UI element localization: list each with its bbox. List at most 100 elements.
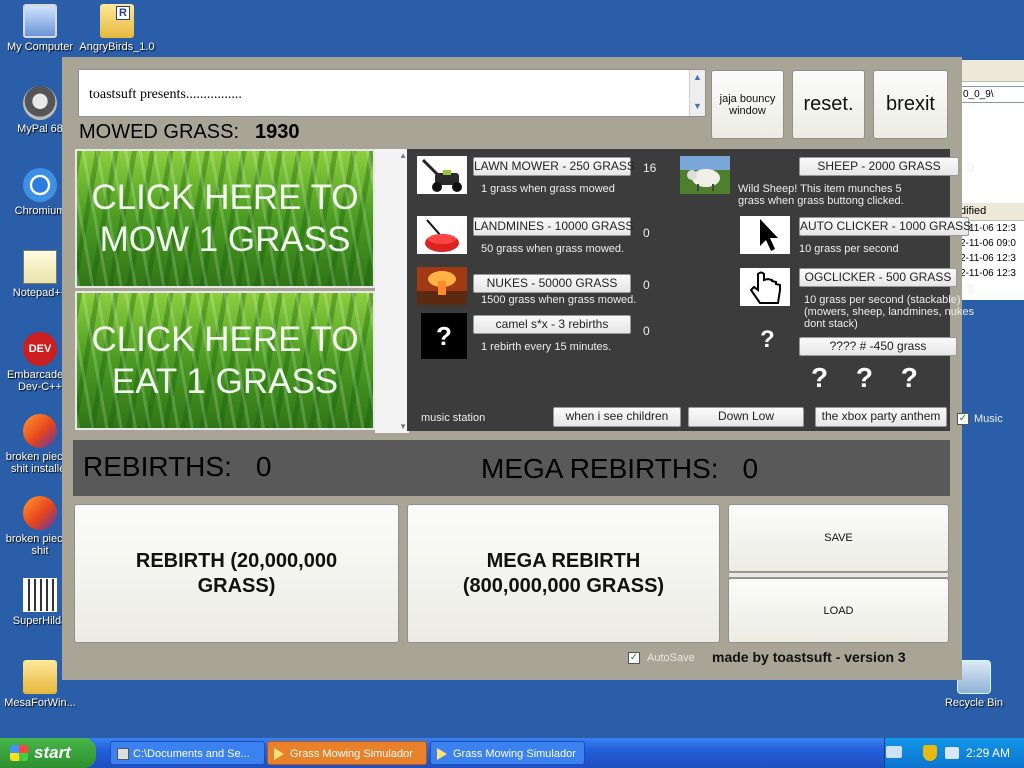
taskbar-item-label: Grass Mowing Simulador xyxy=(290,748,413,760)
folder-tag: R xyxy=(116,6,130,20)
buy-mystery-button[interactable]: ???? # -450 grass xyxy=(799,337,957,356)
keyboard-icon[interactable] xyxy=(886,746,902,758)
buy-sheep-button[interactable]: SHEEP - 2000 GRASS xyxy=(799,157,959,176)
music-checkbox[interactable]: ✓ xyxy=(957,413,969,425)
mowed-grass-counter: MOWED GRASS: 1930 xyxy=(79,121,300,144)
folder-icon xyxy=(23,660,57,694)
taskbar-item-grass-sim[interactable]: Grass Mowing Simulador xyxy=(430,741,585,765)
start-button[interactable]: start xyxy=(0,738,96,768)
eat-grass-button[interactable]: CLICK HERE TO EAT 1 GRASS xyxy=(75,291,375,430)
desktop-icon-label: SuperHilda xyxy=(12,615,68,627)
desktop-icon-label: MyPal 68 xyxy=(17,123,63,135)
recycle-bin-icon xyxy=(957,660,991,694)
rebirths-label: REBIRTHS: xyxy=(83,451,232,482)
firefox-icon xyxy=(23,496,57,530)
notepad-icon xyxy=(23,250,57,284)
credits-text: made by toastsuft - version 3 xyxy=(712,649,906,665)
mypal-icon xyxy=(23,86,57,120)
auto-clicker-count: 0 xyxy=(981,221,988,235)
hand-pointer-icon xyxy=(740,268,790,306)
ogclicker-desc: 10 grass per second (stackable) (mowers,… xyxy=(804,294,974,330)
security-shield-icon[interactable] xyxy=(923,745,937,761)
play-icon xyxy=(274,748,284,760)
clock[interactable]: 2:29 AM xyxy=(966,746,1010,760)
rebirth-button[interactable]: REBIRTH (20,000,000 GRASS) xyxy=(74,504,399,643)
taskbar-item-explorer[interactable]: C:\Documents and Se... xyxy=(110,741,265,765)
load-button[interactable]: LOAD xyxy=(728,578,949,643)
desktop-icon-my-computer[interactable]: My Computer xyxy=(0,4,80,53)
lawn-mower-icon xyxy=(417,156,467,194)
mowed-grass-label: MOWED GRASS: xyxy=(79,121,240,143)
song-down-low-button[interactable]: Down Low xyxy=(688,407,804,427)
sheep-count: 0 xyxy=(967,161,974,175)
start-label: start xyxy=(34,743,71,762)
buy-auto-clicker-button[interactable]: AUTO CLICKER - 1000 GRASS xyxy=(799,217,971,236)
firefox-icon xyxy=(23,414,57,448)
music-station-label: music station xyxy=(421,412,486,424)
scroll-up-icon[interactable]: ▲ xyxy=(690,70,705,85)
desktop-icon-angrybirds[interactable]: R AngryBirds_1.0 xyxy=(77,4,157,53)
superhilda-icon xyxy=(23,578,57,612)
taskbar-item-label: Grass Mowing Simulador xyxy=(453,748,576,760)
grass-scrollbar[interactable]: ▲ ▼ xyxy=(375,149,409,433)
rebirths-counter: REBIRTHS: 0 xyxy=(83,451,271,483)
save-button[interactable]: SAVE xyxy=(728,504,949,572)
desktop-icon-label: MesaForWin... xyxy=(4,697,76,709)
chromium-icon xyxy=(23,168,57,202)
scroll-down-icon[interactable]: ▼ xyxy=(399,422,407,431)
desktop-icon-label: Recycle Bin xyxy=(944,697,1004,709)
landmines-count: 0 xyxy=(643,226,650,240)
reset-button[interactable]: reset. xyxy=(792,70,865,139)
mystery-marks: ? ? ? xyxy=(811,362,928,393)
desktop-icon-label: Notepad++ xyxy=(12,287,68,299)
camel-desc: 1 rebirth every 15 minutes. xyxy=(481,341,612,353)
landmines-desc: 50 grass when grass mowed. xyxy=(481,243,625,255)
buy-nukes-button[interactable]: NUKES - 50000 GRASS xyxy=(473,274,631,293)
taskbar: start C:\Documents and Se... Grass Mowin… xyxy=(0,738,1024,768)
autosave-checkbox[interactable]: ✓ xyxy=(628,652,640,664)
lawn-mower-count: 16 xyxy=(643,161,657,175)
mega-rebirths-value: 0 xyxy=(742,453,759,484)
buy-ogclicker-button[interactable]: OGCLICKER - 500 GRASS xyxy=(799,268,957,287)
taskbar-item-grass-sim-active[interactable]: Grass Mowing Simulador xyxy=(267,741,427,765)
news-text: toastsuft presents................ xyxy=(89,87,242,102)
mega-rebirths-counter: MEGA REBIRTHS: 0 xyxy=(481,453,758,485)
lawn-mower-desc: 1 grass when grass mowed xyxy=(481,183,615,195)
autosave-label: AutoSave xyxy=(647,652,695,664)
landmine-icon xyxy=(417,216,467,254)
system-tray: 2:29 AM xyxy=(884,738,1024,768)
speaker-icon[interactable] xyxy=(945,747,959,759)
news-textbox[interactable]: toastsuft presents................ ▲ ▼ xyxy=(78,69,706,117)
desktop-icon-label: Chromium xyxy=(14,205,66,217)
7zip-icon xyxy=(117,748,129,760)
bouncy-window-button[interactable]: jaja bouncy window xyxy=(711,70,784,139)
cursor-icon xyxy=(740,216,790,254)
camel-count: 0 xyxy=(643,324,650,338)
auto-clicker-desc: 10 grass per second xyxy=(799,243,899,255)
song-when-i-see-children-button[interactable]: when i see children xyxy=(553,407,681,427)
mystery-question-icon: ? xyxy=(760,326,775,353)
nuke-icon xyxy=(417,267,467,305)
rebirths-value: 0 xyxy=(255,451,272,482)
dev-badge: DEV xyxy=(28,343,52,355)
play-icon xyxy=(437,748,447,760)
devcpp-icon: DEV xyxy=(23,332,57,366)
grass-mowing-window: toastsuft presents................ ▲ ▼ j… xyxy=(62,57,1003,680)
music-checkbox-label: Music xyxy=(974,413,1003,425)
mega-rebirth-button[interactable]: MEGA REBIRTH (800,000,000 GRASS) xyxy=(407,504,720,643)
buy-landmines-button[interactable]: LANDMINES - 10000 GRASS xyxy=(473,217,633,236)
buy-camel-button[interactable]: camel s*x - 3 rebirths xyxy=(473,315,631,334)
scroll-track[interactable] xyxy=(690,85,705,99)
news-scrollbar[interactable]: ▲ ▼ xyxy=(689,70,705,116)
buy-lawn-mower-button[interactable]: LAWN MOWER - 250 GRASS xyxy=(473,157,635,176)
mowed-grass-value: 1930 xyxy=(255,121,300,143)
windows-flag-icon xyxy=(10,745,28,761)
mow-grass-button[interactable]: CLICK HERE TO MOW 1 GRASS xyxy=(75,149,375,288)
scroll-down-icon[interactable]: ▼ xyxy=(690,99,705,114)
scroll-up-icon[interactable]: ▲ xyxy=(399,151,407,160)
desktop-icon-label: My Computer xyxy=(6,41,74,53)
brexit-button[interactable]: brexit xyxy=(873,70,948,139)
nukes-desc: 1500 grass when grass mowed. xyxy=(481,294,637,306)
camel-question-icon: ? xyxy=(421,313,467,359)
song-xbox-party-anthem-button[interactable]: the xbox party anthem xyxy=(815,407,947,427)
